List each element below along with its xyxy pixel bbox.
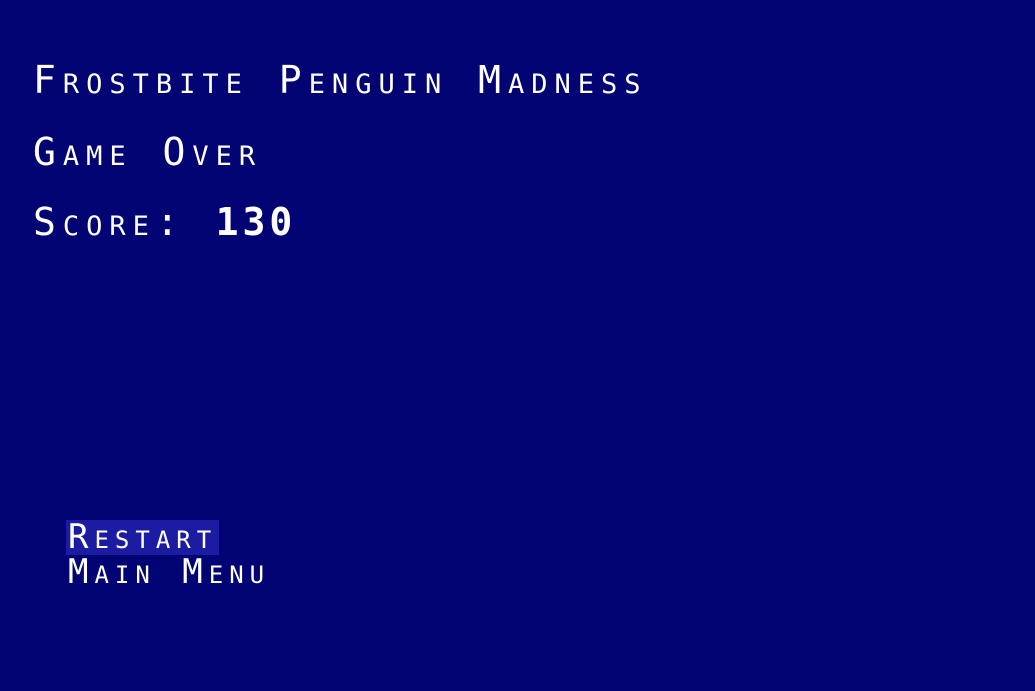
score-label: Score:: [33, 200, 216, 244]
game-over-heading: Game Over: [33, 130, 263, 174]
game-over-screen: Frostbite Penguin Madness Game Over Scor…: [0, 0, 1035, 691]
main-menu-menu-item[interactable]: Main Menu: [66, 555, 272, 590]
game-title: Frostbite Penguin Madness: [33, 58, 648, 102]
score-display: Score: 130: [33, 200, 296, 244]
score-value: 130: [215, 200, 297, 244]
game-over-menu: Restart Main Menu: [66, 520, 272, 590]
restart-menu-item[interactable]: Restart: [66, 520, 220, 555]
